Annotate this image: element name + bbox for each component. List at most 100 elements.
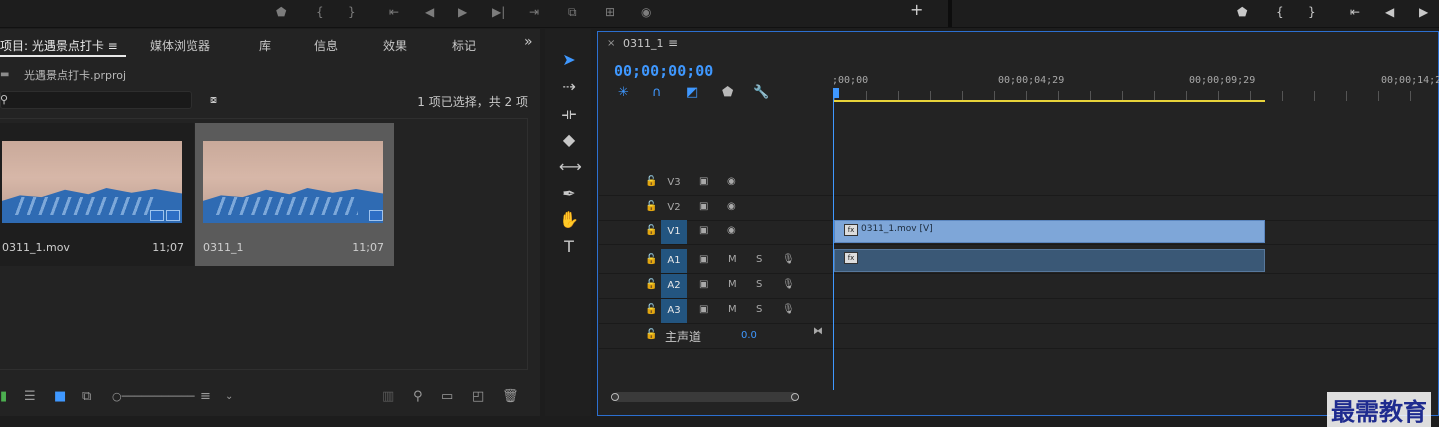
lock-icon[interactable]: ▮ — [0, 389, 7, 404]
timeline-settings-wrench-icon[interactable]: 🔧 — [753, 85, 769, 100]
track-target[interactable]: A1 — [661, 249, 687, 273]
slip-tool-icon[interactable]: ⟷ — [559, 157, 582, 176]
lock-icon[interactable]: 🔓 — [645, 329, 657, 340]
zoom-handle-right[interactable] — [791, 393, 799, 401]
microphone-icon[interactable]: 🎙 — [782, 254, 795, 265]
mark-out-icon[interactable]: } — [348, 5, 356, 19]
list-view-icon[interactable]: ☰ — [24, 389, 36, 404]
razor-tool-icon[interactable]: ◆ — [559, 130, 579, 149]
step-forward-icon[interactable]: ▶| — [492, 5, 505, 19]
new-item-icon[interactable]: ◰ — [472, 389, 484, 404]
track-select-tool-icon[interactable]: ⇢ — [559, 77, 579, 96]
freeform-view-icon[interactable]: ⧉ — [82, 389, 91, 404]
microphone-icon[interactable]: 🎙 — [782, 304, 795, 315]
zoom-handle-left[interactable] — [611, 393, 619, 401]
track-target[interactable]: V3 — [661, 171, 687, 195]
hand-tool-icon[interactable]: ✋ — [559, 210, 579, 229]
project-search-input[interactable] — [0, 91, 192, 109]
sort-icons-icon[interactable]: ≡ — [200, 389, 211, 404]
solo-button[interactable]: S — [756, 254, 762, 265]
go-to-end-icon[interactable]: ⧓ — [813, 326, 823, 337]
track-target[interactable]: V1 — [661, 220, 687, 244]
export-frame-icon[interactable]: ◉ — [641, 5, 651, 19]
linked-selection-icon[interactable]: ◩ — [686, 85, 698, 100]
track-target[interactable]: A3 — [661, 299, 687, 323]
trash-icon[interactable]: 🗑 — [502, 389, 519, 404]
scroll-thumb[interactable] — [613, 392, 797, 402]
eye-icon[interactable]: ◉ — [727, 176, 736, 187]
playhead-handle[interactable] — [833, 88, 839, 98]
microphone-icon[interactable]: 🎙 — [782, 279, 795, 290]
sync-lock-icon[interactable]: ▣ — [699, 279, 708, 290]
chevron-down-icon[interactable]: ⌄ — [225, 391, 233, 402]
zoom-slider-icon[interactable]: ○─────────── — [112, 390, 194, 403]
program-mark-in-icon[interactable]: { — [1276, 5, 1284, 19]
snap-icon[interactable]: ∩ — [652, 85, 662, 100]
program-add-marker-icon[interactable]: ⬟ — [1237, 5, 1247, 19]
lock-icon[interactable]: 🔓 — [645, 176, 657, 187]
lock-icon[interactable]: 🔓 — [645, 304, 657, 315]
master-volume-value[interactable]: 0.0 — [741, 330, 757, 341]
panel-menu-icon[interactable]: ≡ — [668, 36, 678, 50]
add-marker-icon[interactable]: ⬟ — [276, 5, 286, 19]
program-go-to-in-icon[interactable]: ⇤ — [1350, 5, 1360, 19]
program-step-back-icon[interactable]: ◀ — [1385, 5, 1394, 19]
program-play-icon[interactable]: ▶ — [1419, 5, 1428, 19]
work-area-bar[interactable] — [834, 100, 1265, 102]
playhead[interactable] — [833, 92, 834, 390]
type-tool-icon[interactable]: T — [559, 237, 579, 256]
icon-view-icon[interactable]: ■ — [54, 389, 66, 404]
program-mark-out-icon[interactable]: } — [1308, 5, 1316, 19]
new-bin-icon[interactable]: ▭ — [441, 389, 453, 404]
sync-lock-icon[interactable]: ▣ — [699, 225, 708, 236]
track-target[interactable]: V2 — [661, 196, 687, 220]
playhead-timecode[interactable]: 00;00;00;00 — [614, 62, 713, 80]
solo-button[interactable]: S — [756, 304, 762, 315]
step-back-icon[interactable]: ◀ — [425, 5, 434, 19]
lock-icon[interactable]: 🔓 — [645, 254, 657, 265]
find-icon[interactable]: ⚲ — [413, 389, 423, 404]
eye-icon[interactable]: ◉ — [727, 225, 736, 236]
go-to-out-icon[interactable]: ⇥ — [529, 5, 539, 19]
new-search-bin-icon[interactable]: ⧇ — [210, 93, 217, 107]
video-clip[interactable]: fx 0311_1.mov [V] — [834, 220, 1265, 243]
overwrite-icon[interactable]: ⊞ — [605, 5, 615, 19]
lock-icon[interactable]: 🔓 — [645, 201, 657, 212]
pen-tool-icon[interactable]: ✒ — [559, 184, 579, 203]
tab-project[interactable]: 项目: 光遇景点打卡 ≡ — [0, 37, 118, 54]
automate-to-sequence-icon[interactable]: ▥ — [382, 389, 394, 404]
tab-info[interactable]: 信息 — [314, 37, 338, 54]
sequence-tab[interactable]: 0311_1 — [623, 37, 664, 50]
mark-in-icon[interactable]: { — [316, 5, 324, 19]
sync-lock-icon[interactable]: ▣ — [699, 304, 708, 315]
project-item-selected[interactable]: 0311_1 11;07 — [195, 123, 394, 266]
sync-lock-icon[interactable]: ▣ — [699, 176, 708, 187]
tab-effects[interactable]: 效果 — [383, 37, 407, 54]
play-icon[interactable]: ▶ — [458, 5, 467, 19]
sync-lock-icon[interactable]: ▣ — [699, 201, 708, 212]
add-marker-icon[interactable]: ⬟ — [722, 85, 733, 100]
tab-libraries[interactable]: 库 — [259, 37, 271, 54]
solo-button[interactable]: S — [756, 279, 762, 290]
sync-lock-icon[interactable]: ▣ — [699, 254, 708, 265]
lock-icon[interactable]: 🔓 — [645, 225, 657, 236]
project-panel-tabs: 项目: 光遇景点打卡 ≡ 媒体浏览器 库 信息 效果 标记 » — [0, 29, 540, 57]
eye-icon[interactable]: ◉ — [727, 201, 736, 212]
mute-button[interactable]: M — [728, 304, 737, 315]
selection-tool-icon[interactable]: ➤ — [559, 50, 579, 69]
mute-button[interactable]: M — [728, 279, 737, 290]
mute-button[interactable]: M — [728, 254, 737, 265]
tab-media-browser[interactable]: 媒体浏览器 — [150, 37, 210, 54]
button-editor-plus-icon[interactable]: + — [910, 2, 923, 18]
project-item[interactable]: 0311_1.mov 11;07 — [0, 123, 194, 266]
go-to-in-icon[interactable]: ⇤ — [389, 5, 399, 19]
tabs-overflow-button[interactable]: » — [524, 34, 533, 50]
lock-icon[interactable]: 🔓 — [645, 279, 657, 290]
track-target[interactable]: A2 — [661, 274, 687, 298]
ripple-edit-tool-icon[interactable]: ⟛ — [559, 104, 579, 124]
tab-markers[interactable]: 标记 — [452, 37, 476, 54]
audio-clip[interactable]: fx — [834, 249, 1265, 272]
insert-icon[interactable]: ⧉ — [568, 5, 577, 19]
close-icon[interactable]: × — [607, 38, 615, 49]
nest-icon[interactable]: ✳ — [618, 85, 629, 100]
